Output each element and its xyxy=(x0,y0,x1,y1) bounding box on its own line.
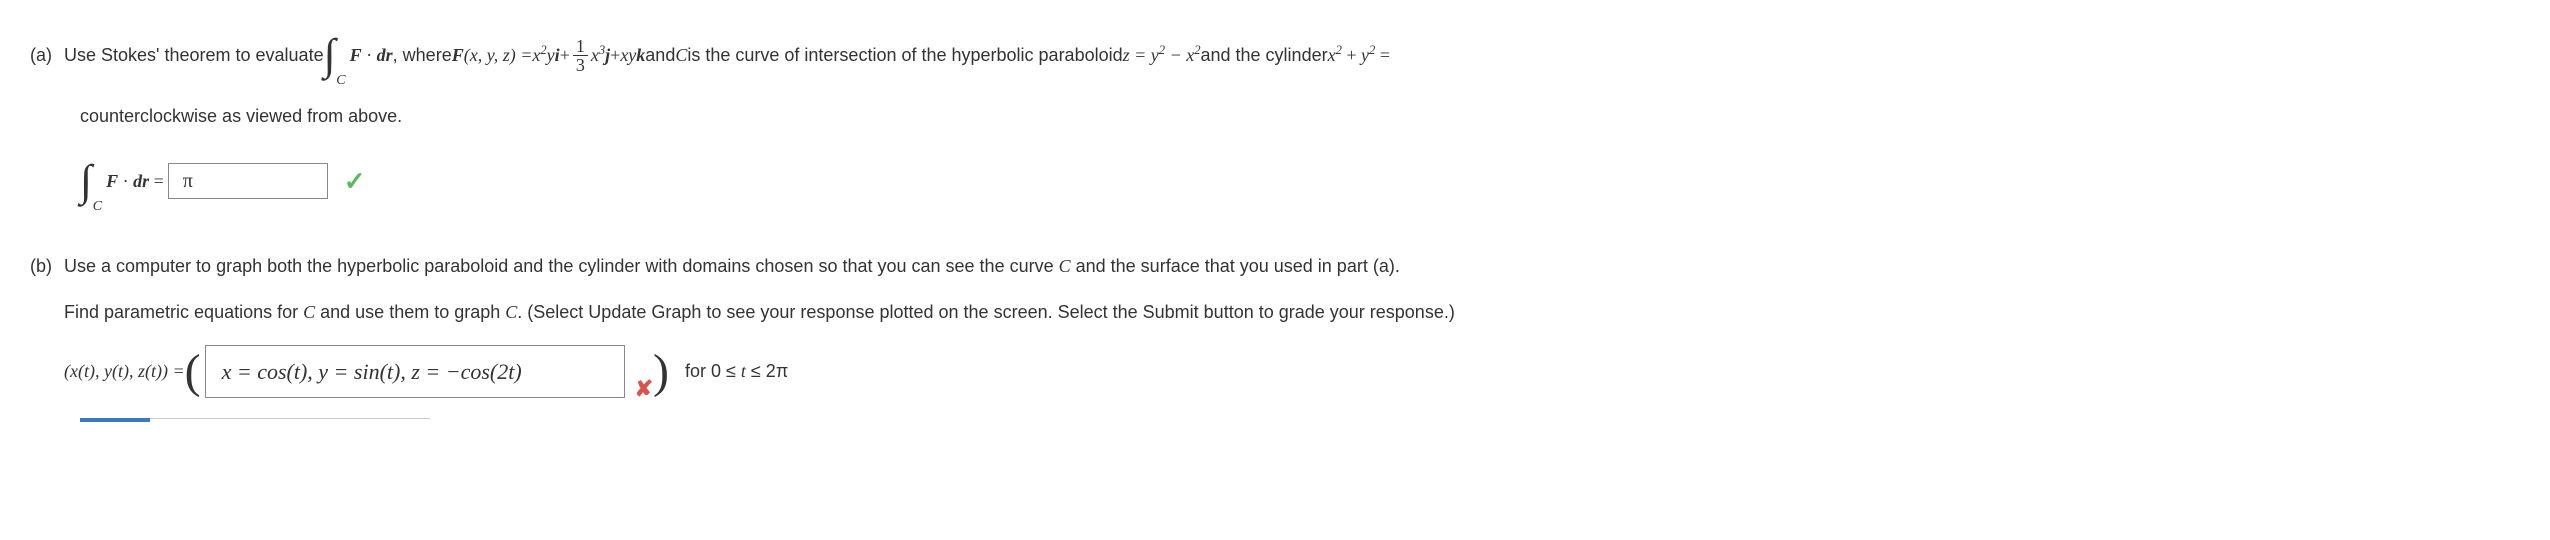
part-a-text1: Use Stokes' theorem to evaluate xyxy=(64,41,324,70)
term3: xy xyxy=(620,41,636,70)
integral-symbol-2: ∫C xyxy=(80,146,92,216)
integral-symbol: ∫C xyxy=(324,20,336,90)
integral-sub-2: C xyxy=(93,196,102,218)
part-b-line2: Find parametric equations for C and use … xyxy=(64,298,2520,327)
part-a-text2: , where xyxy=(393,41,452,70)
left-paren: ( xyxy=(185,348,201,396)
F-args: (x, y, z) = xyxy=(464,41,533,70)
part-a-line2: counterclockwise as viewed from above. xyxy=(80,102,2520,131)
cylinder: x2 + y2 = xyxy=(1328,40,1390,70)
integrand-F: F · dr xyxy=(350,41,393,70)
part-b: (b) Use a computer to graph both the hyp… xyxy=(30,252,2520,425)
frac-num: 1 xyxy=(573,37,588,56)
part-b-label: (b) xyxy=(30,252,52,281)
term2: x3 xyxy=(591,40,605,70)
part-b-header: (b) Use a computer to graph both the hyp… xyxy=(30,252,2520,399)
term1: x2y xyxy=(532,40,554,70)
and-text: and xyxy=(645,41,675,70)
part-a-line1: (a) Use Stokes' theorem to evaluate ∫C F… xyxy=(30,20,2520,90)
plus2: + xyxy=(610,41,620,70)
answer-a-value: π xyxy=(183,165,193,197)
right-paren: ) xyxy=(653,348,669,396)
param-lhs: (x(t), y(t), z(t)) = xyxy=(64,357,185,386)
F-symbol: F xyxy=(452,41,464,70)
part-b-line1: Use a computer to graph both the hyperbo… xyxy=(64,252,2520,281)
text5: and the cylinder xyxy=(1201,41,1328,70)
cross-icon: ✘ xyxy=(635,371,653,406)
answer-input-b[interactable]: x = cos(t), y = sin(t), z = −cos(2t) xyxy=(205,345,625,398)
part-a-label: (a) xyxy=(30,41,52,70)
part-a-answer-row: ∫C F · dr = π ✓ xyxy=(80,146,2520,216)
k-vec: k xyxy=(636,41,645,70)
plus1: + xyxy=(560,41,570,70)
answer-lhs: F · dr = xyxy=(106,167,164,196)
C-symbol: C xyxy=(675,41,687,70)
part-b-eqn-row: (x(t), y(t), z(t)) = ( x = cos(t), y = s… xyxy=(64,345,2520,398)
answer-input-a[interactable]: π xyxy=(168,163,328,199)
answer-b-value: x = cos(t), y = sin(t), z = −cos(2t) xyxy=(222,354,522,389)
bottom-bar xyxy=(80,418,430,424)
part-a: (a) Use Stokes' theorem to evaluate ∫C F… xyxy=(30,20,2520,217)
surface1: z = y2 − x2 xyxy=(1123,40,1201,70)
text4: is the curve of intersection of the hype… xyxy=(687,41,1122,70)
frac-den: 3 xyxy=(573,56,588,74)
integral-sub: C xyxy=(336,70,345,92)
domain-text: for 0 ≤ t ≤ 2π xyxy=(685,357,788,386)
fraction: 1 3 xyxy=(573,37,588,74)
check-icon: ✓ xyxy=(344,161,366,203)
